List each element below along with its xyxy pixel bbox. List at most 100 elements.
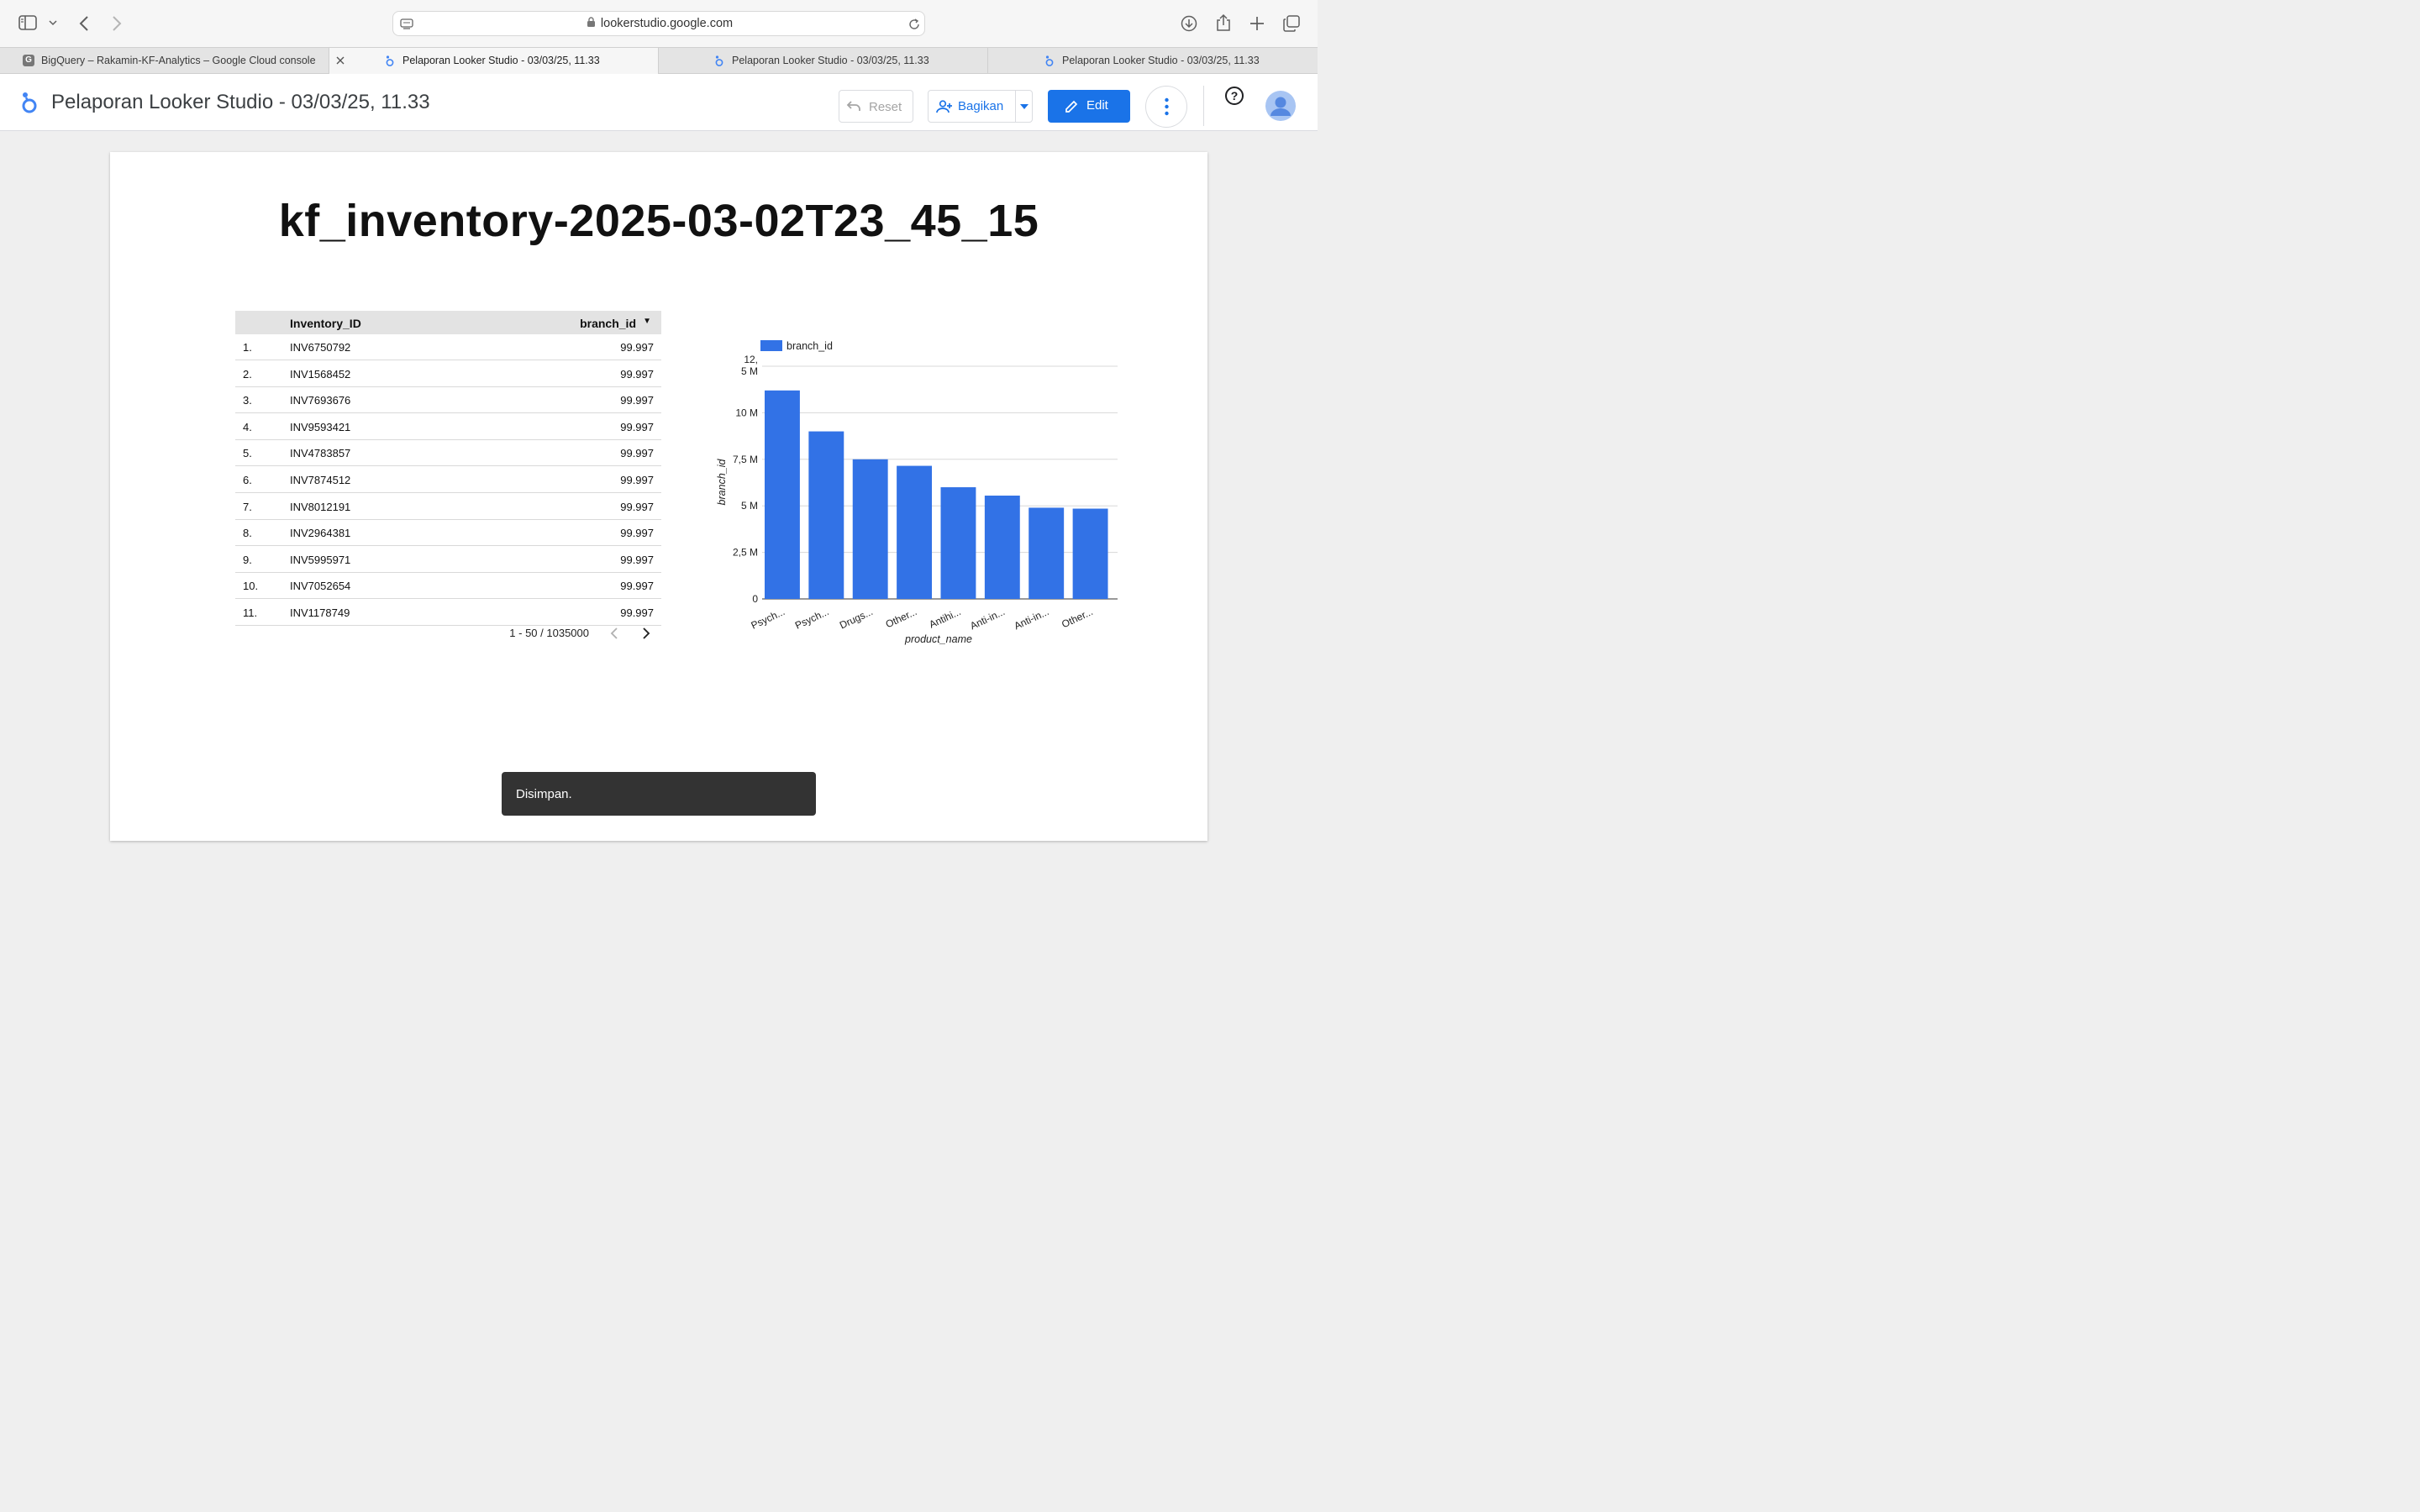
svg-text:?: ?	[1231, 89, 1239, 102]
row-number: 10.	[243, 580, 259, 593]
bar	[1028, 507, 1065, 599]
pencil-icon	[1065, 100, 1078, 113]
row-number: 11.	[243, 606, 258, 619]
next-page-icon[interactable]	[641, 627, 651, 640]
snackbar-text: Disimpan.	[516, 787, 572, 801]
x-tick-label: Anti-in...	[1013, 606, 1051, 632]
x-tick-label: Antihi...	[928, 606, 963, 631]
prev-page-icon[interactable]	[609, 627, 619, 640]
x-tick-label: Drugs...	[838, 606, 875, 631]
tab-looker[interactable]: Pelaporan Looker Studio - 03/03/25, 11.3…	[988, 48, 1318, 74]
bar	[897, 465, 933, 599]
row-number: 5.	[243, 447, 252, 460]
y-tick-label: 5 M	[741, 365, 758, 377]
table-row[interactable]: 1. INV6750792 99.997	[235, 334, 661, 360]
table-row[interactable]: 5. INV4783857 99.997	[235, 440, 661, 467]
tab-bar: G BigQuery – Rakamin-KF-Analytics – Goog…	[0, 47, 1318, 74]
reset-label: Reset	[869, 100, 902, 114]
branch-id-cell: 99.997	[620, 500, 654, 513]
tab-looker[interactable]: Pelaporan Looker Studio - 03/03/25, 11.3…	[659, 48, 988, 74]
branch-id-cell: 99.997	[620, 367, 654, 381]
new-tab-icon[interactable]	[1249, 16, 1265, 31]
bar	[808, 431, 844, 599]
table-row[interactable]: 7. INV8012191 99.997	[235, 494, 661, 520]
more-options-button[interactable]	[1145, 86, 1187, 128]
x-tick-label: Psych...	[750, 606, 787, 632]
bar	[984, 496, 1020, 599]
google-cloud-icon: G	[23, 55, 34, 66]
row-number: 4.	[243, 420, 252, 433]
table-row[interactable]: 8. INV2964381 99.997	[235, 520, 661, 547]
report-name[interactable]: Pelaporan Looker Studio - 03/03/25, 11.3…	[51, 91, 430, 114]
table-row[interactable]: 4. INV9593421 99.997	[235, 414, 661, 440]
branch-id-cell: 99.997	[620, 341, 654, 354]
downloads-icon[interactable]	[1181, 15, 1197, 32]
share-button-group: Bagikan	[928, 90, 1033, 123]
close-tab-icon[interactable]	[335, 55, 345, 66]
chevron-down-icon[interactable]	[49, 19, 57, 26]
branch-id-cell: 99.997	[620, 606, 654, 619]
table-row[interactable]: 2. INV1568452 99.997	[235, 361, 661, 387]
share-dropdown-icon[interactable]	[1020, 104, 1028, 109]
sidebar-toggle-icon[interactable]	[18, 15, 37, 30]
column-header-inventory-id[interactable]: Inventory_ID	[290, 317, 361, 330]
branch-id-cell: 99.997	[620, 447, 654, 460]
tab-bigquery[interactable]: G BigQuery – Rakamin-KF-Analytics – Goog…	[0, 48, 329, 74]
reset-button[interactable]: Reset	[839, 90, 913, 123]
inventory-id-cell: INV1568452	[290, 367, 351, 381]
table-row[interactable]: 11. INV1178749 99.997	[235, 600, 661, 626]
bar	[940, 487, 976, 599]
table-row[interactable]: 9. INV5995971 99.997	[235, 547, 661, 573]
tab-label: BigQuery – Rakamin-KF-Analytics – Google…	[41, 55, 316, 66]
table-row[interactable]: 3. INV7693676 99.997	[235, 387, 661, 414]
x-tick-label: Other...	[884, 606, 919, 630]
table-row[interactable]: 6. INV7874512 99.997	[235, 467, 661, 493]
url-text: lookerstudio.google.com	[393, 17, 926, 30]
row-number: 7.	[243, 500, 252, 513]
branch-id-cell: 99.997	[620, 474, 654, 486]
back-icon[interactable]	[78, 15, 90, 32]
inventory-id-cell: INV7874512	[290, 474, 351, 486]
inventory-id-cell: INV1178749	[290, 606, 350, 619]
add-person-icon	[936, 100, 952, 113]
bar	[1072, 508, 1108, 599]
lock-icon	[587, 17, 595, 27]
branch-id-cell: 99.997	[620, 580, 654, 593]
inventory-id-cell: INV7693676	[290, 394, 351, 407]
sort-desc-icon[interactable]: ▼	[643, 317, 651, 326]
tab-overview-icon[interactable]	[1283, 15, 1300, 32]
inventory-id-cell: INV2964381	[290, 527, 351, 540]
column-header-branch-id[interactable]: branch_id	[580, 317, 636, 330]
tab-looker-active[interactable]: Pelaporan Looker Studio - 03/03/25, 11.3…	[329, 48, 659, 74]
address-bar[interactable]: lookerstudio.google.com	[392, 11, 925, 36]
inventory-id-cell: INV5995971	[290, 553, 351, 566]
edit-button[interactable]: Edit	[1048, 90, 1130, 123]
legend-label: branch_id	[786, 340, 833, 352]
undo-icon	[846, 101, 860, 111]
reload-icon[interactable]	[908, 18, 921, 31]
y-tick-label: 5 M	[741, 500, 758, 512]
x-tick-label: Other...	[1060, 606, 1095, 630]
more-vert-icon	[1165, 97, 1169, 116]
table-row[interactable]: 10. INV7052654 99.997	[235, 573, 661, 600]
inventory-id-cell: INV4783857	[290, 447, 351, 460]
branch-id-cell: 99.997	[620, 394, 654, 407]
share-icon[interactable]	[1216, 13, 1231, 32]
looker-studio-logo-icon[interactable]	[20, 91, 39, 114]
bar-chart: 02,5 M5 M7,5 M10 M12,5 MPsych... Psych...…	[716, 340, 1118, 645]
app-header: Pelaporan Looker Studio - 03/03/25, 11.3…	[0, 74, 1318, 131]
y-tick-label: 10 M	[735, 407, 758, 418]
help-icon[interactable]: ?	[1224, 86, 1244, 106]
share-button[interactable]: Bagikan	[929, 91, 1016, 122]
forward-icon[interactable]	[111, 15, 123, 32]
y-tick-label: 12,	[744, 354, 758, 365]
x-tick-label: Psych...	[793, 606, 831, 632]
branch-id-cell: 99.997	[620, 553, 654, 566]
inventory-id-cell: INV9593421	[290, 420, 351, 433]
pagination-label: 1 - 50 / 1035000	[509, 627, 589, 639]
tab-label: Pelaporan Looker Studio - 03/03/25, 11.3…	[732, 55, 929, 66]
share-label: Bagikan	[958, 99, 1004, 113]
avatar[interactable]	[1265, 91, 1296, 121]
legend-swatch	[760, 340, 782, 351]
y-tick-label: 7,5 M	[733, 454, 758, 465]
